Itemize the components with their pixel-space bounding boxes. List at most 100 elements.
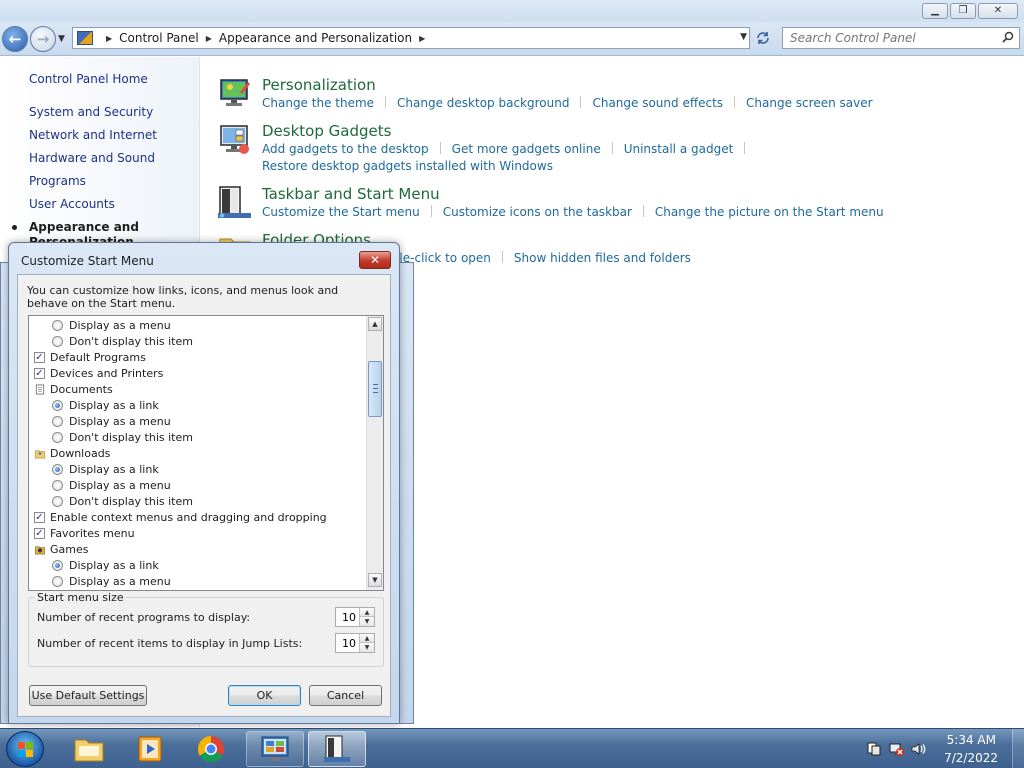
recent-programs-stepper[interactable]: ▲ ▼ (335, 607, 375, 627)
link-change-desktop-background[interactable]: Change desktop background (397, 96, 569, 110)
breadcrumb-separator-icon[interactable]: ▶ (106, 34, 112, 43)
media-player-icon (138, 736, 162, 762)
search-input[interactable] (783, 28, 983, 48)
taskbar-media-player[interactable] (121, 731, 179, 767)
scroll-down-button[interactable]: ▼ (368, 573, 382, 587)
stepper-up-button[interactable]: ▲ (359, 608, 374, 617)
clock-time[interactable]: 5:34 AM (947, 733, 996, 747)
dialog-close-button[interactable]: ✕ (359, 251, 391, 269)
option-radio[interactable]: Display as a menu (52, 413, 171, 429)
option-radio[interactable]: Display as a menu (52, 477, 171, 493)
checkbox[interactable]: ✓ (34, 367, 45, 379)
radio-button[interactable] (52, 495, 63, 507)
volume-icon[interactable] (910, 741, 926, 757)
taskbar-taskbar-properties[interactable] (308, 731, 366, 767)
radio-button[interactable] (52, 335, 63, 347)
option-radio[interactable]: Don't display this item (52, 493, 193, 509)
control-panel-home-link[interactable]: Control Panel Home (29, 72, 148, 86)
restore-button[interactable]: ❐ (950, 3, 976, 19)
recent-programs-input[interactable] (336, 608, 358, 626)
nav-link-hardware-sound[interactable]: Hardware and Sound (29, 151, 155, 165)
category-title-desktop-gadgets[interactable]: Desktop Gadgets (262, 122, 391, 140)
link-add-gadgets[interactable]: Add gadgets to the desktop (262, 142, 429, 156)
taskbar-control-panel[interactable] (246, 731, 304, 767)
action-center-icon[interactable] (866, 741, 882, 757)
options-scrollbar[interactable]: ▲ ▼ (366, 316, 383, 590)
close-window-button[interactable]: ✕ (978, 3, 1018, 19)
option-radio[interactable]: Display as a menu (52, 317, 171, 333)
option-checkbox[interactable]: ✓ Default Programs (34, 349, 146, 365)
taskbar-chrome[interactable] (182, 731, 240, 767)
checkbox[interactable]: ✓ (34, 527, 45, 539)
category-title-taskbar-start-menu[interactable]: Taskbar and Start Menu (262, 185, 440, 203)
option-radio[interactable]: Display as a link (52, 397, 159, 413)
radio-button[interactable] (52, 415, 63, 427)
back-button[interactable]: ← (2, 26, 28, 52)
search-icon[interactable] (1002, 31, 1014, 43)
address-dropdown-icon[interactable]: ▼ (740, 32, 747, 42)
radio-button[interactable] (52, 575, 63, 587)
stepper-up-button[interactable]: ▲ (359, 634, 374, 643)
nav-link-network-internet[interactable]: Network and Internet (29, 128, 157, 142)
use-default-settings-button[interactable]: Use Default Settings (29, 685, 147, 706)
breadcrumb-separator-icon[interactable]: ▶ (206, 34, 212, 43)
jump-list-stepper[interactable]: ▲ ▼ (335, 633, 375, 653)
stepper-down-button[interactable]: ▼ (359, 643, 374, 652)
taskbar-file-explorer[interactable] (60, 731, 118, 767)
breadcrumb-control-panel[interactable]: Control Panel (119, 31, 199, 45)
search-box[interactable] (782, 27, 1020, 49)
start-button[interactable] (6, 731, 44, 767)
divider (642, 205, 644, 217)
link-uninstall-gadget[interactable]: Uninstall a gadget (624, 142, 734, 156)
link-customize-start-menu[interactable]: Customize the Start menu (262, 205, 420, 219)
scroll-up-button[interactable]: ▲ (368, 317, 382, 331)
link-change-start-menu-picture[interactable]: Change the picture on the Start menu (655, 205, 884, 219)
link-show-hidden-files[interactable]: Show hidden files and folders (514, 251, 691, 265)
recent-pages-dropdown-icon[interactable]: ▼ (58, 34, 65, 44)
link-change-theme[interactable]: Change the theme (262, 96, 374, 110)
network-error-icon[interactable] (888, 741, 904, 757)
option-group-header: Documents (34, 381, 113, 397)
nav-link-user-accounts[interactable]: User Accounts (29, 197, 115, 211)
show-desktop-button[interactable] (1012, 729, 1024, 768)
minimize-button[interactable]: ▁ (922, 3, 948, 19)
link-get-more-gadgets[interactable]: Get more gadgets online (452, 142, 601, 156)
option-radio[interactable]: Display as a menu (52, 573, 171, 589)
radio-button[interactable] (52, 319, 63, 331)
radio-button[interactable] (52, 559, 63, 571)
breadcrumb-appearance[interactable]: Appearance and Personalization (219, 31, 412, 45)
checkbox[interactable]: ✓ (34, 351, 45, 363)
radio-button[interactable] (52, 463, 63, 475)
breadcrumb-separator-icon[interactable]: ▶ (419, 34, 425, 43)
link-change-sound-effects[interactable]: Change sound effects (592, 96, 723, 110)
option-radio[interactable]: Display as a link (52, 557, 159, 573)
clock-date[interactable]: 7/2/2022 (944, 751, 998, 765)
radio-button[interactable] (52, 479, 63, 491)
cancel-button[interactable]: Cancel (309, 685, 382, 706)
option-radio[interactable]: Display as a link (52, 461, 159, 477)
option-checkbox[interactable]: ✓ Devices and Printers (34, 365, 163, 381)
divider (580, 96, 582, 108)
radio-button[interactable] (52, 431, 63, 443)
refresh-button[interactable] (752, 27, 774, 49)
nav-link-programs[interactable]: Programs (29, 174, 86, 188)
divider (439, 142, 441, 154)
ok-button[interactable]: OK (228, 685, 301, 706)
checkbox[interactable]: ✓ (34, 511, 45, 523)
option-checkbox[interactable]: ✓ Favorites menu (34, 525, 135, 541)
forward-button[interactable]: → (30, 26, 56, 52)
start-menu-options-list[interactable]: Display as a menu Don't display this item… (28, 315, 384, 591)
category-title-personalization[interactable]: Personalization (262, 76, 376, 94)
stepper-down-button[interactable]: ▼ (359, 617, 374, 626)
address-bar[interactable]: ▶ Control Panel ▶ Appearance and Persona… (72, 27, 750, 49)
radio-button[interactable] (52, 399, 63, 411)
scroll-thumb[interactable] (368, 361, 382, 417)
nav-link-system-security[interactable]: System and Security (29, 105, 153, 119)
link-restore-gadgets[interactable]: Restore desktop gadgets installed with W… (262, 159, 553, 173)
option-radio[interactable]: Don't display this item (52, 333, 193, 349)
link-change-screen-saver[interactable]: Change screen saver (746, 96, 873, 110)
jump-list-input[interactable] (336, 634, 358, 652)
option-checkbox[interactable]: ✓ Enable context menus and dragging and d… (34, 509, 327, 525)
link-customize-taskbar-icons[interactable]: Customize icons on the taskbar (443, 205, 632, 219)
option-radio[interactable]: Don't display this item (52, 429, 193, 445)
